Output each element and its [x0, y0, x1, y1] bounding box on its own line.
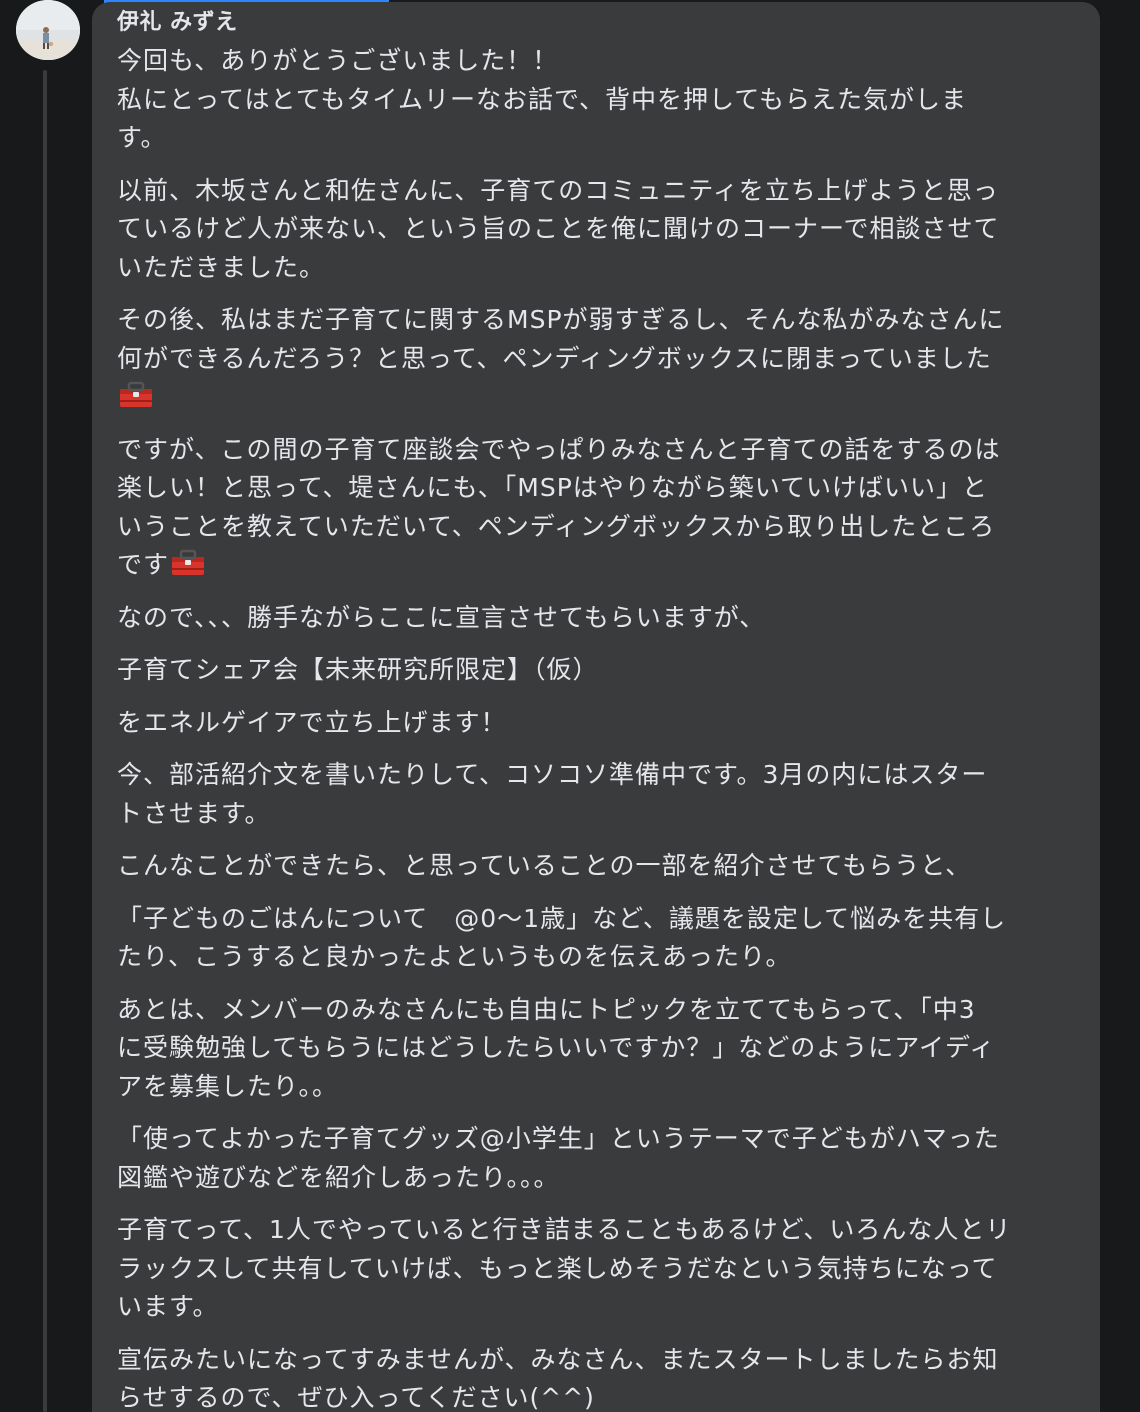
comment-paragraph: 「使ってよかった子育てグッズ@小学生」というテーマで子どもがハマった 図鑑や遊び…	[117, 1124, 1000, 1192]
comment-paragraph: ですが、この間の子育て座談会でやっぱりみなさんと子育ての話をするのは 楽しい！と…	[117, 434, 1001, 580]
comment-paragraph: 今、部活紹介文を書いたりして、コソコソ準備中です。3月の内にはスター トさせます…	[117, 760, 988, 828]
comment-paragraph: 「子どものごはんについて @0〜1歳」など、議題を設定して悩みを共有し たり、こ…	[117, 903, 1007, 972]
comment-paragraph: なので、、、勝手ながらここに宣言させてもらいますが、	[117, 602, 766, 632]
avatar-photo	[16, 0, 80, 60]
comment-author[interactable]: 伊礼 みずえ	[117, 8, 1080, 38]
comment-paragraph: 以前、木坂さんと和佐さんに、子育てのコミュニティを立ち上げようと思っ ているけど…	[117, 175, 1000, 282]
comment-paragraph: 子育てって、1人でやっていると行き詰まることもあるけど、いろんな人とリ ラックス…	[117, 1215, 1012, 1321]
avatar[interactable]	[16, 0, 80, 60]
comment-paragraph: あとは、メンバーのみなさんにも自由にトピックを立ててもらって、「中3 に受験勉強…	[117, 994, 996, 1101]
comment-paragraph: その後、私はまだ子育てに関するMSPが弱すぎるし、そんな私がみなさんに 何ができ…	[117, 301, 1080, 417]
toolbox-emoji-icon	[172, 549, 205, 575]
comment-bubble: 伊礼 みずえ 今回も、ありがとうございました！！ 私にとってはとてもタイムリーな…	[92, 2, 1100, 1412]
toolbox-emoji-icon	[120, 381, 152, 407]
comment-paragraph: 宣伝みたいになってすみませんが、みなさん、またスタートしましたらお知 らせするの…	[117, 1344, 999, 1412]
comment-paragraph: 今回も、ありがとうございました！！ 私にとってはとてもタイムリーなお話で、背中を…	[117, 46, 968, 152]
thread-line	[43, 70, 47, 1412]
comment-paragraph: をエネルゲイアで立ち上げます！	[117, 707, 507, 737]
comment-paragraph: 子育てシェア会【未来研究所限定】（仮）	[117, 655, 599, 684]
comment-paragraph: こんなことができたら、と思っていることの一部を紹介させてもらうと、	[117, 851, 972, 880]
comment-thread: 伊礼 みずえ 今回も、ありがとうございました！！ 私にとってはとてもタイムリーな…	[0, 0, 1140, 1412]
